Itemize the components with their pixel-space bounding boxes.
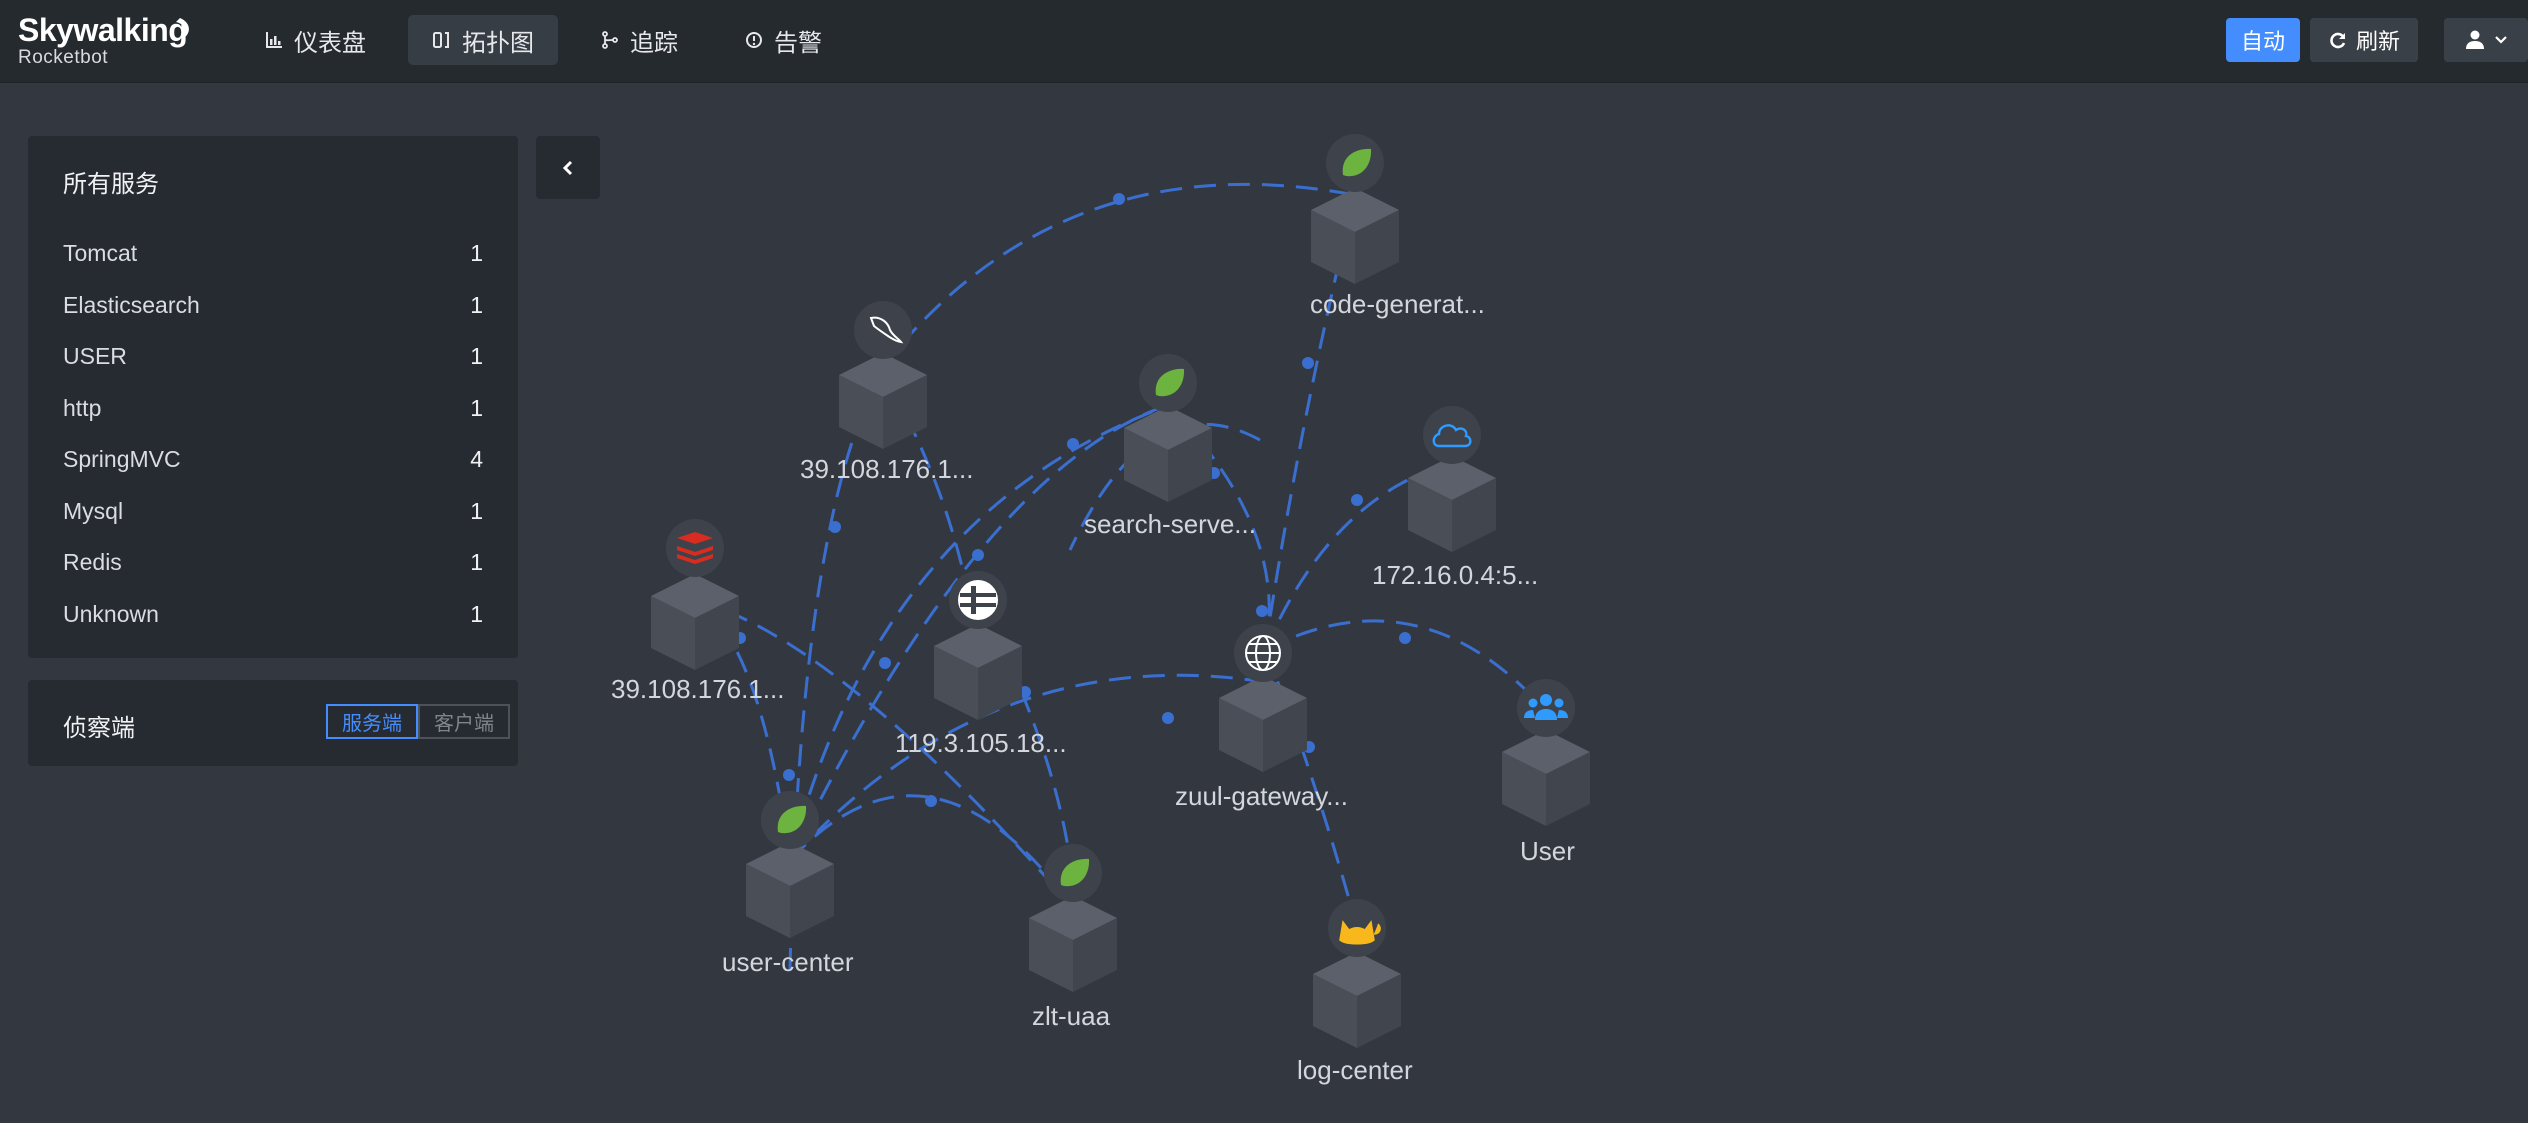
- node-search-server[interactable]: search-serve...: [1084, 354, 1256, 539]
- node-label: code-generat...: [1310, 289, 1485, 319]
- topology-edge-markers: [734, 193, 1411, 807]
- node-code-generator[interactable]: code-generat...: [1310, 134, 1485, 319]
- node-label: 39.108.176.1...: [611, 674, 784, 704]
- node-label: 119.3.105.18...: [895, 728, 1067, 758]
- node-user-center[interactable]: user-center: [722, 791, 854, 977]
- node-label: zlt-uaa: [1032, 1001, 1111, 1031]
- node-label: user-center: [722, 947, 854, 977]
- node-elasticsearch[interactable]: 119.3.105.18...: [895, 571, 1067, 758]
- node-log-center[interactable]: log-center: [1297, 899, 1413, 1085]
- node-cloud-host[interactable]: 172.16.0.4:5...: [1372, 406, 1538, 590]
- node-user[interactable]: User: [1502, 679, 1590, 866]
- node-label: 39.108.176.1...: [800, 454, 973, 484]
- node-label: search-serve...: [1084, 509, 1256, 539]
- node-mysql[interactable]: 39.108.176.1...: [800, 301, 973, 484]
- node-zuul-gateway[interactable]: zuul-gateway...: [1175, 624, 1348, 811]
- node-label: log-center: [1297, 1055, 1413, 1085]
- elasticsearch-icon: [958, 580, 998, 620]
- node-redis[interactable]: 39.108.176.1...: [611, 519, 784, 704]
- node-label: 172.16.0.4:5...: [1372, 560, 1538, 590]
- topology-graph[interactable]: code-generat... 39.108.176.1... search-s…: [0, 0, 2528, 1123]
- node-label: User: [1520, 836, 1575, 866]
- node-label: zuul-gateway...: [1175, 781, 1348, 811]
